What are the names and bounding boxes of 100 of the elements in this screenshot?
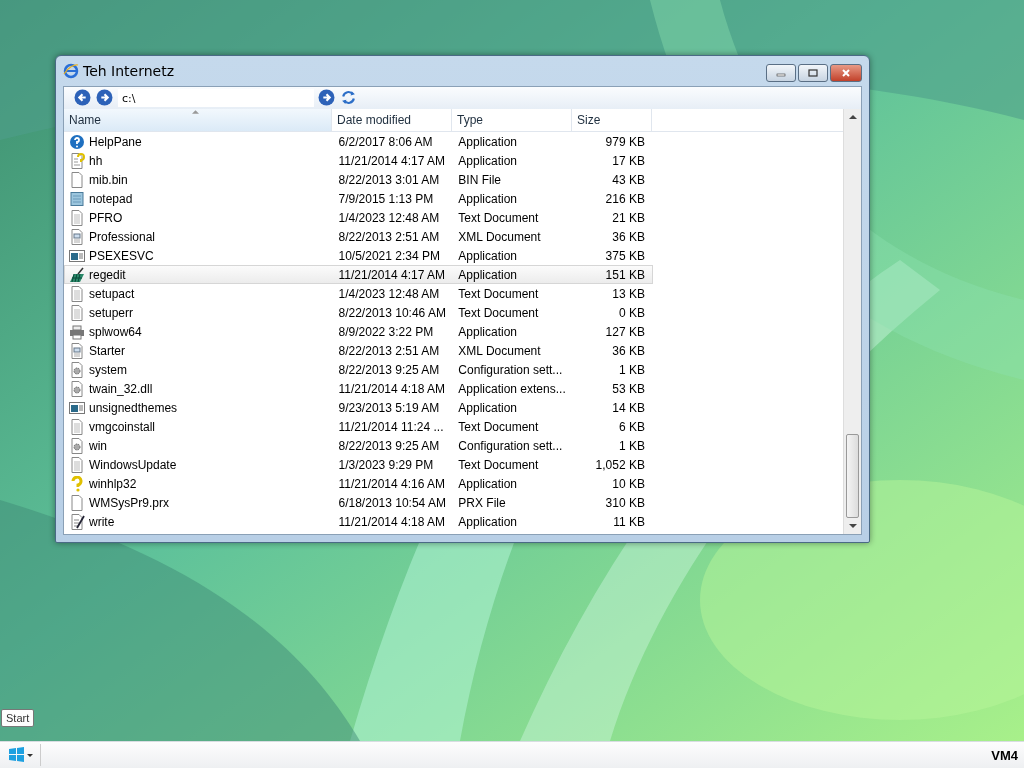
date-modified: 1/3/2023 9:29 PM [338, 457, 434, 472]
file-type: Application [458, 324, 518, 339]
tooltip: Start [1, 709, 35, 727]
date-modified: 11/21/2014 4:16 AM [338, 476, 446, 491]
file-row[interactable]: Starter 8/22/2013 2:51 AM XML Document 36 KB [64, 341, 653, 360]
date-modified: 7/9/2015 1:13 PM [338, 191, 434, 206]
file-size: 0 KB [618, 305, 645, 320]
file-name: splwow64 [89, 324, 142, 339]
file-row[interactable]: twain_32.dll 11/21/2014 4:18 AM Application extens... 53 KB [64, 379, 653, 398]
date-modified: 8/22/2013 9:25 AM [338, 438, 440, 453]
date-modified: 1/4/2023 12:48 AM [338, 286, 440, 301]
date-modified: 10/5/2021 2:34 PM [338, 248, 440, 263]
file-type: Application [458, 191, 518, 206]
file-type: XML Document [458, 229, 541, 244]
date-modified: 8/22/2013 3:01 AM [338, 172, 440, 187]
file-type: Application [458, 153, 518, 168]
file-row[interactable]: vmgcoinstall 11/21/2014 11:24 ... Text Document 6 KB [64, 417, 653, 436]
file-row[interactable]: regedit 11/21/2014 4:17 AM Application 151 KB [64, 265, 653, 284]
file-name: HelpPane [89, 134, 142, 149]
file-row[interactable]: WindowsUpdate 1/3/2023 9:29 PM Text Document 1,052 KB [64, 455, 653, 474]
file-size: 36 KB [612, 343, 645, 358]
file-type: Application [458, 476, 518, 491]
file-type: Application [458, 400, 518, 415]
file-type: BIN File [458, 172, 501, 187]
file-row[interactable]: WMSysPr9.prx 6/18/2013 10:54 AM PRX File 310 KB [64, 493, 653, 512]
file-type: Text Document [458, 419, 539, 434]
file-name: Starter [89, 343, 125, 358]
file-size: 216 KB [605, 191, 645, 206]
file-row[interactable]: PSEXESVC 10/5/2021 2:34 PM Application 375 KB [64, 246, 653, 265]
file-size: 53 KB [612, 381, 645, 396]
file-name: WindowsUpdate [89, 457, 177, 472]
date-modified: 8/22/2013 2:51 AM [338, 229, 440, 244]
file-type: Application [458, 514, 518, 529]
file-size: 13 KB [612, 286, 645, 301]
window-title: Teh Internetz [83, 63, 176, 79]
file-row[interactable]: winhlp32 11/21/2014 4:16 AM Application 10 KB [64, 474, 653, 493]
date-modified: 11/21/2014 4:18 AM [338, 381, 446, 396]
file-type: Application [458, 134, 518, 149]
file-name: regedit [89, 267, 126, 282]
file-size: 1,052 KB [595, 457, 645, 472]
file-row[interactable]: setuperr 8/22/2013 10:46 AM Text Document 0 KB [64, 303, 653, 322]
file-type: Application [458, 267, 518, 282]
file-type: Application [458, 248, 518, 263]
address-field[interactable]: c:\ [118, 89, 314, 107]
file-type: PRX File [458, 495, 506, 510]
file-size: 375 KB [605, 248, 645, 263]
file-name: setuperr [89, 305, 134, 320]
file-row[interactable]: hh 11/21/2014 4:17 AM Application 17 KB [64, 151, 653, 170]
file-name: unsignedthemes [89, 400, 178, 415]
file-name: PFRO [89, 210, 123, 225]
file-size: 36 KB [612, 229, 645, 244]
file-type: Text Document [458, 210, 539, 225]
file-row[interactable]: write 11/21/2014 4:18 AM Application 11 KB [64, 512, 653, 531]
file-size: 10 KB [612, 476, 645, 491]
file-name: system [89, 362, 127, 377]
file-size: 21 KB [612, 210, 645, 225]
file-name: hh [89, 153, 103, 168]
file-type: Text Document [458, 286, 539, 301]
file-row[interactable]: Professional 8/22/2013 2:51 AM XML Document 36 KB [64, 227, 653, 246]
file-type: Text Document [458, 305, 539, 320]
file-size: 17 KB [612, 153, 645, 168]
file-type: Configuration sett... [458, 362, 563, 377]
file-size: 6 KB [618, 419, 645, 434]
file-name: winhlp32 [89, 476, 137, 491]
date-modified: 11/21/2014 4:17 AM [338, 153, 446, 168]
date-modified: 9/23/2013 5:19 AM [338, 400, 440, 415]
date-modified: 11/21/2014 11:24 ... [338, 419, 444, 434]
column-header[interactable]: Name [64, 109, 332, 131]
file-size: 14 KB [612, 400, 645, 415]
file-size: 43 KB [612, 172, 645, 187]
file-type: Application extens... [458, 381, 566, 396]
file-row[interactable]: system 8/22/2013 9:25 AM Configuration sett... 1 KB [64, 360, 653, 379]
file-row[interactable]: setupact 1/4/2023 12:48 AM Text Document 13 KB [64, 284, 653, 303]
file-type: Configuration sett... [458, 438, 563, 453]
file-name: twain_32.dll [89, 381, 153, 396]
date-modified: 11/21/2014 4:18 AM [338, 514, 446, 529]
file-name: setupact [89, 286, 135, 301]
file-size: 1 KB [618, 438, 645, 453]
file-size: 310 KB [605, 495, 645, 510]
file-size: 979 KB [605, 134, 645, 149]
file-size: 127 KB [605, 324, 645, 339]
file-row[interactable]: PFRO 1/4/2023 12:48 AM Text Document 21 KB [64, 208, 653, 227]
file-name: Professional [89, 229, 156, 244]
file-name: win [89, 438, 107, 453]
date-modified: 11/21/2014 4:17 AM [338, 267, 446, 282]
file-type: XML Document [458, 343, 541, 358]
file-name: mib.bin [89, 172, 128, 187]
file-row[interactable]: HelpPane 6/2/2017 8:06 AM Application 979 KB [64, 132, 653, 151]
file-row[interactable]: unsignedthemes 9/23/2013 5:19 AM Application 14 KB [64, 398, 653, 417]
date-modified: 6/18/2013 10:54 AM [338, 495, 446, 510]
file-name: PSEXESVC [89, 248, 154, 263]
file-row[interactable]: win 8/22/2013 9:25 AM Configuration sett... 1 KB [64, 436, 653, 455]
file-row[interactable]: splwow64 8/9/2022 3:22 PM Application 127 KB [64, 322, 653, 341]
file-name: vmgcoinstall [89, 419, 156, 434]
date-modified: 8/22/2013 10:46 AM [338, 305, 446, 320]
date-modified: 8/22/2013 9:25 AM [338, 362, 440, 377]
file-row[interactable]: mib.bin 8/22/2013 3:01 AM BIN File 43 KB [64, 170, 653, 189]
file-size: 1 KB [618, 362, 645, 377]
date-modified: 6/2/2017 8:06 AM [338, 134, 433, 149]
file-row[interactable]: notepad 7/9/2015 1:13 PM Application 216 KB [64, 189, 653, 208]
